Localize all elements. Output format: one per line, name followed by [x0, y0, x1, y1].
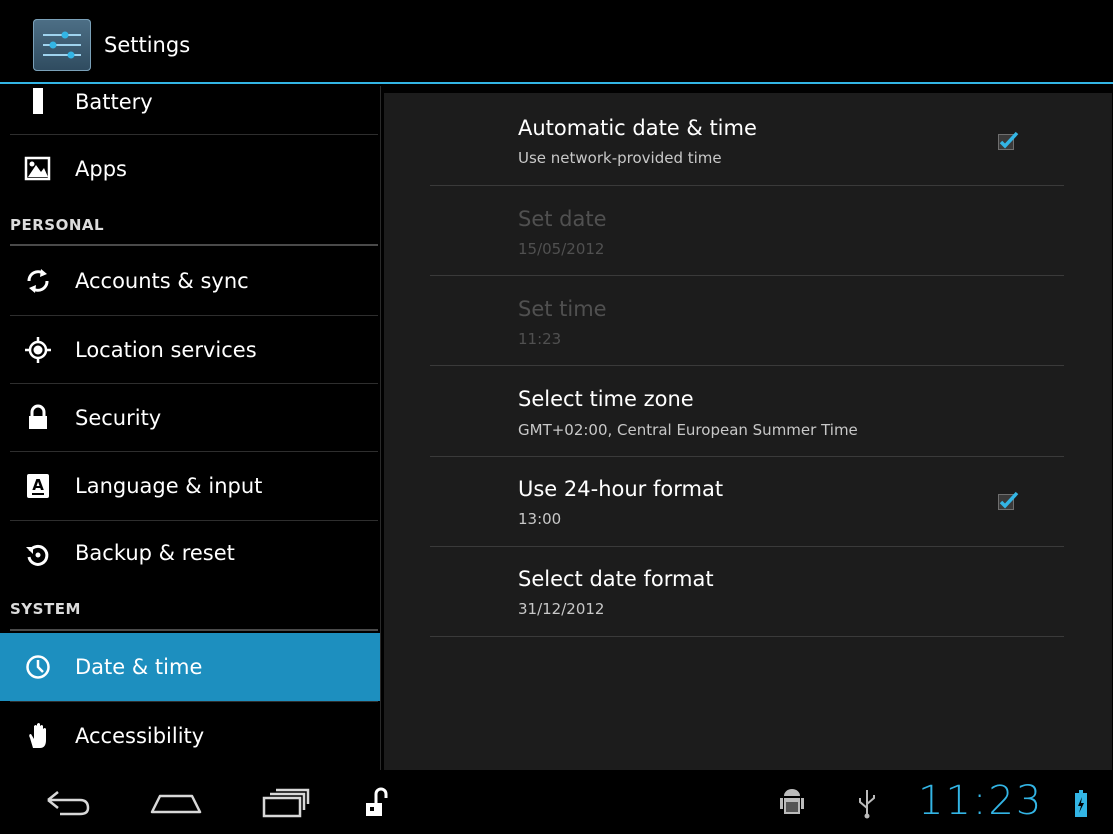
- battery-icon: [33, 88, 43, 114]
- sidebar-item-apps[interactable]: Apps: [0, 135, 380, 201]
- divider: [430, 275, 1064, 276]
- use-24-hour-format-checkbox[interactable]: [997, 491, 1019, 511]
- pref-summary: 13:00: [518, 510, 562, 528]
- pref-title: Use 24-hour format: [518, 477, 724, 501]
- sidebar-item-security[interactable]: Security: [0, 384, 380, 451]
- pref-summary: 11:23: [518, 330, 562, 348]
- settings-sidebar[interactable]: Battery Apps PERSONAL Accounts & sync Lo…: [0, 86, 380, 770]
- settings-app-icon[interactable]: [33, 19, 91, 71]
- sidebar-item-label: Apps: [75, 157, 127, 181]
- pref-title: Automatic date & time: [518, 116, 757, 140]
- pref-summary: 31/12/2012: [518, 600, 605, 618]
- sidebar-item-label: Date & time: [75, 655, 203, 679]
- sidebar-item-label: Accounts & sync: [75, 269, 249, 293]
- pref-set-date[interactable]: Set date 15/05/2012: [518, 207, 1063, 275]
- pref-summary: GMT+02:00, Central European Summer Time: [518, 421, 858, 439]
- section-header-personal: PERSONAL: [10, 216, 105, 234]
- location-icon: [25, 337, 51, 363]
- pref-automatic-date-time[interactable]: Automatic date & time Use network-provid…: [518, 116, 1063, 186]
- sidebar-item-language[interactable]: A Language & input: [0, 452, 380, 520]
- section-header-system: SYSTEM: [10, 600, 81, 618]
- sidebar-item-label: Backup & reset: [75, 541, 235, 565]
- battery-charging-icon: [1075, 790, 1087, 817]
- sidebar-item-label: Battery: [75, 90, 153, 114]
- section-header-line: [10, 629, 378, 631]
- sync-icon: [27, 269, 49, 293]
- pane-divider: [380, 86, 381, 770]
- sidebar-item-label: Security: [75, 406, 162, 430]
- status-clock: 11:23: [918, 778, 1044, 824]
- automatic-date-time-checkbox[interactable]: [997, 131, 1019, 151]
- sidebar-item-location[interactable]: Location services: [0, 316, 380, 383]
- sidebar-item-accounts-sync[interactable]: Accounts & sync: [0, 247, 380, 315]
- pref-title: Select time zone: [518, 387, 694, 411]
- svg-text:A: A: [32, 476, 44, 494]
- action-bar: Settings: [0, 0, 1113, 84]
- pref-title: Set time: [518, 297, 607, 321]
- hand-icon: [29, 723, 46, 748]
- apps-icon: [24, 156, 51, 181]
- pref-title: Select date format: [518, 567, 714, 591]
- divider: [430, 546, 1064, 547]
- section-header-line: [10, 244, 378, 246]
- pref-set-time[interactable]: Set time 11:23: [518, 297, 1063, 365]
- pref-summary: 15/05/2012: [518, 240, 605, 258]
- pref-select-time-zone[interactable]: Select time zone GMT+02:00, Central Euro…: [518, 387, 1063, 455]
- unlocked-icon: [366, 787, 388, 816]
- divider: [430, 456, 1064, 457]
- sidebar-item-backup[interactable]: Backup & reset: [0, 521, 380, 588]
- divider: [430, 365, 1064, 366]
- sidebar-item-label: Location services: [75, 338, 257, 362]
- back-button[interactable]: [40, 770, 96, 834]
- clock-icon: [26, 655, 50, 679]
- home-button[interactable]: [146, 770, 206, 834]
- recent-apps-button[interactable]: [258, 770, 314, 834]
- sidebar-item-date-time[interactable]: Date & time: [0, 633, 380, 701]
- sidebar-item-label: Accessibility: [75, 724, 205, 748]
- pref-use-24-hour-format[interactable]: Use 24-hour format 13:00: [518, 477, 1063, 545]
- divider: [430, 185, 1064, 186]
- language-icon: A: [27, 474, 49, 498]
- app-title: Settings: [104, 33, 191, 57]
- usb-icon: [859, 790, 875, 819]
- action-bar-divider: [0, 82, 1113, 84]
- pref-summary: Use network-provided time: [518, 149, 722, 167]
- sidebar-item-label: Language & input: [75, 474, 263, 498]
- android-debug-icon: [780, 789, 804, 814]
- pref-select-date-format[interactable]: Select date format 31/12/2012: [518, 567, 1063, 635]
- sidebar-item-accessibility[interactable]: Accessibility: [0, 702, 380, 770]
- pref-title: Set date: [518, 207, 607, 231]
- backup-icon: [26, 544, 49, 566]
- divider: [430, 636, 1064, 637]
- sidebar-item-battery[interactable]: Battery: [0, 86, 380, 134]
- lock-icon: [29, 404, 47, 429]
